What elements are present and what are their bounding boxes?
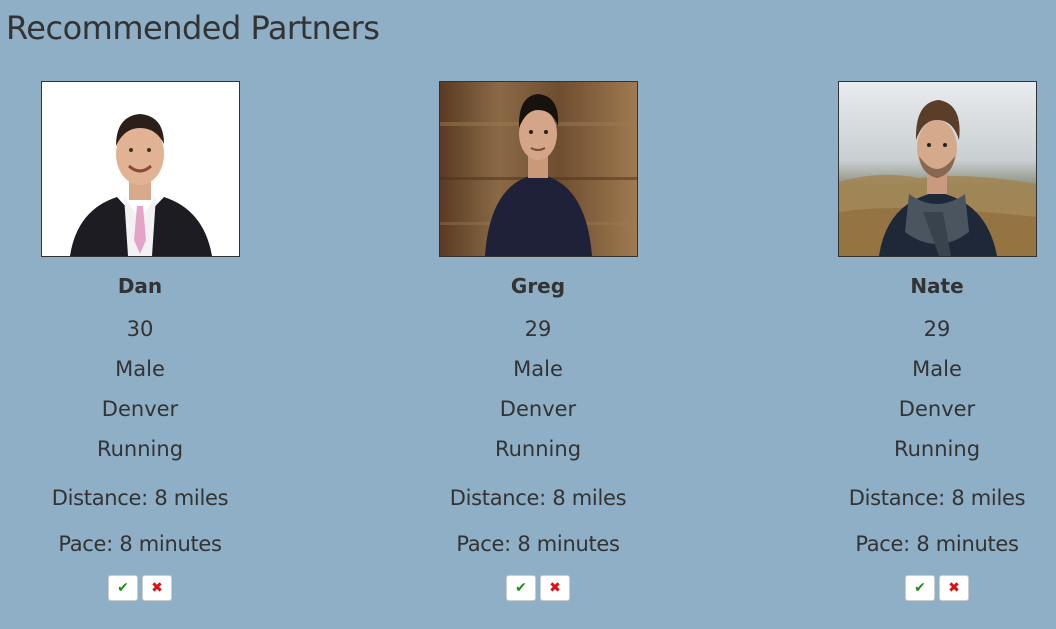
partner-photo-nate: [837, 81, 1037, 257]
page-title: Recommended Partners: [6, 9, 380, 47]
check-icon: ✔: [914, 580, 926, 596]
man-in-suit-photo: [41, 82, 239, 256]
partner-name: Dan: [117, 274, 163, 298]
partner-pace: Pace: 8 minutes: [58, 532, 222, 556]
x-icon: ✖: [549, 580, 561, 596]
partner-age: 30: [126, 317, 154, 341]
partner-distance: Distance: 8 miles: [848, 486, 1026, 510]
partner-distance: Distance: 8 miles: [51, 486, 229, 510]
partner-gender: Male: [115, 357, 165, 381]
partner-name: Nate: [910, 274, 964, 298]
partner-photo-greg: [438, 81, 638, 257]
partner-name: Greg: [510, 274, 566, 298]
x-icon: ✖: [948, 580, 960, 596]
partner-actions: ✔ ✖: [20, 575, 260, 601]
partner-age: 29: [524, 317, 552, 341]
reject-button[interactable]: ✖: [540, 575, 570, 601]
accept-button[interactable]: ✔: [506, 575, 536, 601]
man-with-scarf-photo: [838, 82, 1036, 256]
partner-city: Denver: [101, 397, 179, 421]
partner-photo-dan: [40, 81, 240, 257]
partner-pace: Pace: 8 minutes: [456, 532, 620, 556]
partner-card-greg: Greg 29 Male Denver Running Distance: 8 …: [418, 81, 658, 601]
check-icon: ✔: [117, 580, 129, 596]
partner-city: Denver: [898, 397, 976, 421]
x-icon: ✖: [151, 580, 163, 596]
partner-activity: Running: [893, 437, 981, 461]
man-dark-sweater-photo: [439, 82, 637, 256]
partner-activity: Running: [96, 437, 184, 461]
partner-distance: Distance: 8 miles: [449, 486, 627, 510]
partner-actions: ✔ ✖: [817, 575, 1056, 601]
partner-pace: Pace: 8 minutes: [855, 532, 1019, 556]
reject-button[interactable]: ✖: [142, 575, 172, 601]
check-icon: ✔: [515, 580, 527, 596]
partner-card-nate: Nate 29 Male Denver Running Distance: 8 …: [817, 81, 1056, 601]
partner-actions: ✔ ✖: [418, 575, 658, 601]
partner-activity: Running: [494, 437, 582, 461]
reject-button[interactable]: ✖: [939, 575, 969, 601]
accept-button[interactable]: ✔: [108, 575, 138, 601]
partner-city: Denver: [499, 397, 577, 421]
accept-button[interactable]: ✔: [905, 575, 935, 601]
partner-gender: Male: [912, 357, 962, 381]
partner-card-dan: Dan 30 Male Denver Running Distance: 8 m…: [20, 81, 260, 601]
partner-age: 29: [923, 317, 951, 341]
partner-gender: Male: [513, 357, 563, 381]
